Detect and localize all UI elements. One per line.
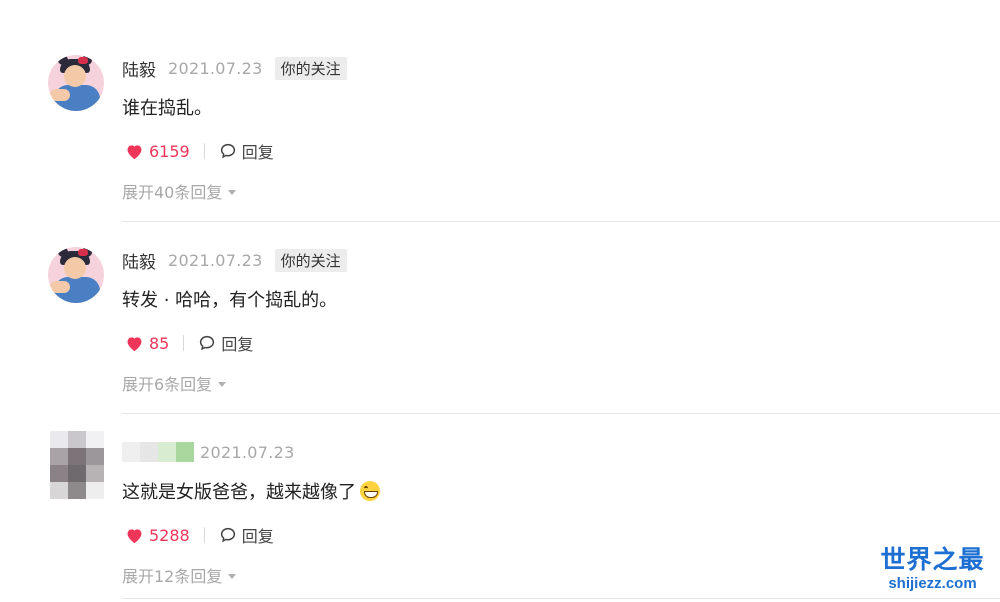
reply-button[interactable]: 回复 xyxy=(219,139,274,163)
like-button[interactable]: 6159 xyxy=(125,142,190,161)
reply-label: 回复 xyxy=(241,143,274,162)
comment-text-content: 这就是女版爸爸，越来越像了 xyxy=(122,482,356,503)
comment-actions: 5288 回复 xyxy=(125,523,274,547)
comment-date: 2021.07.23 xyxy=(200,442,295,462)
watermark-logo: 世界之最 shijiezz.com xyxy=(870,545,995,593)
comment-text: 谁在捣乱。 xyxy=(122,98,212,119)
comment-date: 2021.07.23 xyxy=(168,250,263,270)
expand-label: 展开40条回复 xyxy=(122,183,223,202)
reply-button[interactable]: 回复 xyxy=(219,523,274,547)
heart-icon xyxy=(127,144,142,159)
follow-badge: 你的关注 xyxy=(274,56,347,80)
user-avatar[interactable] xyxy=(50,431,104,499)
user-avatar[interactable] xyxy=(48,55,104,111)
caret-down-icon xyxy=(228,189,237,195)
comment-text: 转发 · 哈哈，有个捣乱的。 xyxy=(122,290,338,311)
speech-bubble-icon xyxy=(220,527,235,543)
speech-bubble-icon xyxy=(200,335,215,351)
like-count: 6159 xyxy=(149,141,190,161)
heart-icon xyxy=(127,528,142,543)
comment-header: 陆毅 2021.07.23 你的关注 xyxy=(122,56,347,81)
expand-label: 展开12条回复 xyxy=(122,567,223,586)
like-button[interactable]: 5288 xyxy=(125,526,190,545)
grinning-squint-emoji-icon xyxy=(360,481,380,501)
caret-down-icon xyxy=(218,381,227,387)
expand-replies[interactable]: 展开12条回复 xyxy=(122,563,237,587)
expand-replies[interactable]: 展开40条回复 xyxy=(122,179,237,203)
speech-bubble-icon xyxy=(220,143,235,159)
comment-date: 2021.07.23 xyxy=(168,58,263,78)
user-avatar[interactable] xyxy=(48,247,104,303)
expand-replies[interactable]: 展开6条回复 xyxy=(122,371,227,395)
heart-icon xyxy=(127,336,142,351)
reply-label: 回复 xyxy=(221,335,254,354)
comment-header: 陆毅 2021.07.23 你的关注 xyxy=(122,248,347,273)
action-divider xyxy=(203,527,205,543)
comment-text: 这就是女版爸爸，越来越像了 xyxy=(122,478,380,504)
divider xyxy=(122,413,1000,414)
comment-actions: 85 回复 xyxy=(125,331,253,355)
like-count: 5288 xyxy=(149,525,190,545)
action-divider xyxy=(183,335,185,351)
like-button[interactable]: 85 xyxy=(125,334,169,353)
watermark-url: shijiezz.com xyxy=(888,575,977,592)
comment-header: 2021.07.23 xyxy=(122,440,295,464)
caret-down-icon xyxy=(228,573,237,579)
divider xyxy=(122,598,1000,599)
comment-actions: 6159 回复 xyxy=(125,139,274,163)
watermark-title: 世界之最 xyxy=(880,545,985,574)
username[interactable]: 陆毅 xyxy=(122,56,156,81)
reply-label: 回复 xyxy=(241,527,274,546)
expand-label: 展开6条回复 xyxy=(122,375,213,394)
follow-badge: 你的关注 xyxy=(274,248,347,272)
username[interactable] xyxy=(122,442,194,462)
divider xyxy=(122,221,1000,222)
action-divider xyxy=(203,143,205,159)
username[interactable]: 陆毅 xyxy=(122,248,156,273)
reply-button[interactable]: 回复 xyxy=(198,331,253,355)
like-count: 85 xyxy=(149,333,170,353)
